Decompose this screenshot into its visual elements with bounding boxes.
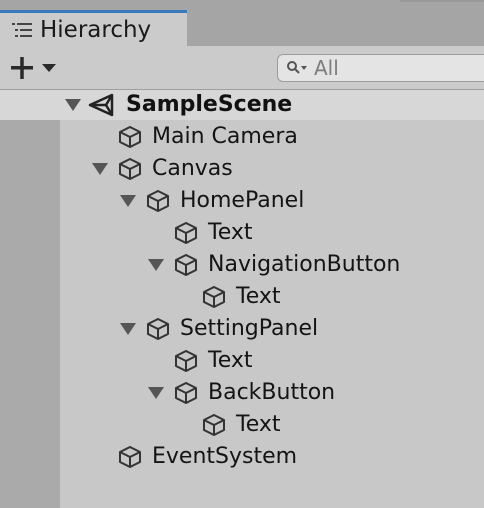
scene-name: SampleScene (126, 92, 293, 117)
expand-arrow-icon[interactable] (120, 195, 136, 207)
hierarchy-item[interactable]: EventSystem (60, 441, 484, 473)
hierarchy-item[interactable]: SettingPanel (60, 313, 484, 345)
hierarchy-item-label: Text (208, 348, 253, 373)
hierarchy-toolbar: All (0, 46, 484, 90)
hierarchy-item[interactable]: Text (60, 345, 484, 377)
unity-logo-icon (88, 93, 114, 117)
hierarchy-item-label: Canvas (152, 156, 233, 181)
hierarchy-item[interactable]: HomePanel (60, 185, 484, 217)
gameobject-cube-icon (174, 253, 198, 277)
gameobject-cube-icon (146, 189, 170, 213)
gameobject-cube-icon (118, 125, 142, 149)
caret-down-icon (42, 64, 56, 72)
hierarchy-item[interactable]: BackButton (60, 377, 484, 409)
hierarchy-item-label: EventSystem (152, 444, 298, 469)
add-object-button[interactable] (8, 54, 60, 82)
hierarchy-item-label: Text (208, 220, 253, 245)
search-field[interactable]: All (277, 54, 484, 82)
hierarchy-item[interactable]: Text (60, 281, 484, 313)
hierarchy-item[interactable]: Canvas (60, 153, 484, 185)
hierarchy-gutter (0, 90, 60, 508)
search-icon (287, 61, 307, 74)
hierarchy-item-label: Text (236, 412, 281, 437)
hierarchy-item-label: Text (236, 284, 281, 309)
gameobject-cube-icon (146, 317, 170, 341)
hierarchy-item-label: BackButton (208, 380, 336, 405)
hierarchy-item[interactable]: NavigationButton (60, 249, 484, 281)
scene-row[interactable]: SampleScene (0, 90, 484, 120)
search-placeholder: All (314, 56, 339, 80)
gameobject-cube-icon (174, 221, 198, 245)
hierarchy-item[interactable]: Main Camera (60, 121, 484, 153)
hierarchy-item-label: Main Camera (152, 124, 298, 149)
expand-arrow-icon[interactable] (120, 323, 136, 335)
gameobject-cube-icon (202, 413, 226, 437)
tab-title: Hierarchy (40, 17, 152, 43)
tab-strip-edge (400, 0, 484, 2)
hierarchy-item[interactable]: Text (60, 217, 484, 249)
gameobject-cube-icon (202, 285, 226, 309)
expand-arrow-icon[interactable] (65, 99, 81, 111)
hierarchy-item-label: HomePanel (180, 188, 305, 213)
tab-strip: Hierarchy (0, 0, 484, 46)
gameobject-cube-icon (118, 157, 142, 181)
tab-hierarchy[interactable]: Hierarchy (0, 10, 187, 46)
plus-icon (11, 57, 33, 79)
list-icon (12, 23, 32, 37)
expand-arrow-icon[interactable] (92, 163, 108, 175)
gameobject-cube-icon (174, 381, 198, 405)
hierarchy-item[interactable]: Text (60, 409, 484, 441)
expand-arrow-icon[interactable] (148, 259, 164, 271)
expand-arrow-icon[interactable] (148, 387, 164, 399)
gameobject-cube-icon (118, 445, 142, 469)
gameobject-cube-icon (174, 349, 198, 373)
hierarchy-item-label: SettingPanel (180, 316, 319, 341)
hierarchy-item-label: NavigationButton (208, 252, 401, 277)
